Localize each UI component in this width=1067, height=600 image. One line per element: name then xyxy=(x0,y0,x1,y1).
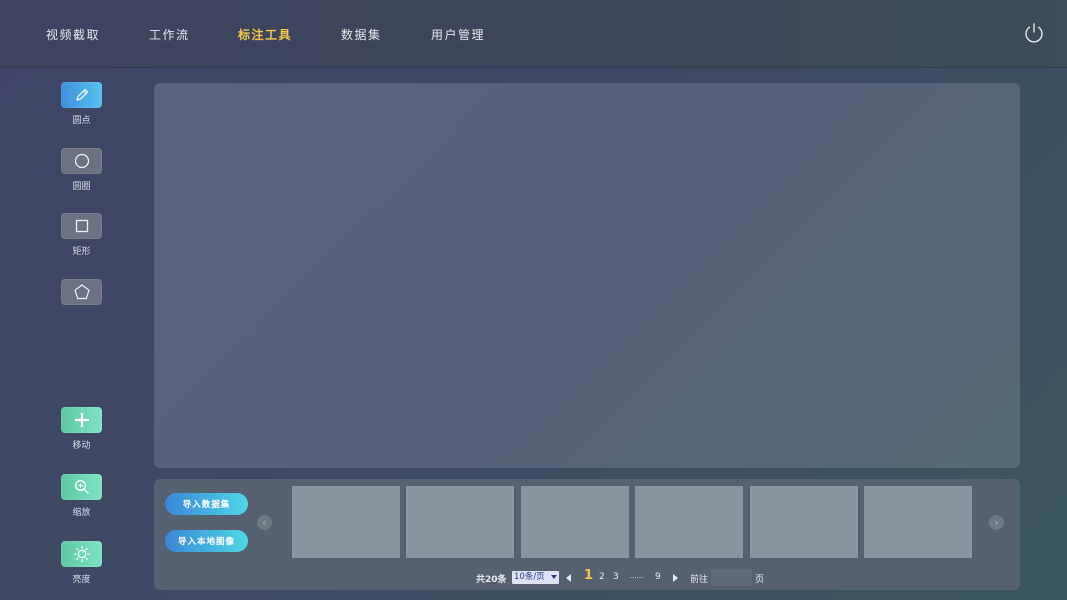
nav-item-user-management[interactable]: 用户管理 xyxy=(431,26,485,43)
goto-page-input[interactable] xyxy=(711,569,752,586)
circle-tool-label: 圆圈 xyxy=(72,182,91,192)
import-dataset-button[interactable]: 导入数据集 xyxy=(165,493,248,515)
image-thumbnail[interactable] xyxy=(635,486,743,558)
pagination-total: 共20条 xyxy=(476,575,507,585)
move-tool-button[interactable] xyxy=(61,407,102,433)
image-thumbnail[interactable] xyxy=(521,486,629,558)
image-thumbnail[interactable] xyxy=(292,486,400,558)
point-tool-button[interactable] xyxy=(61,82,102,108)
polygon-tool-button[interactable] xyxy=(61,279,102,305)
thumbnail-next-button[interactable]: › xyxy=(989,515,1004,530)
nav-item-workflow[interactable]: 工作流 xyxy=(149,26,190,43)
next-page-icon[interactable] xyxy=(673,574,678,582)
chevron-down-icon xyxy=(551,575,557,579)
goto-label: 前往 xyxy=(690,575,709,585)
prev-page-icon[interactable] xyxy=(566,574,571,582)
page-size-select[interactable]: 10条/页 xyxy=(512,571,559,584)
square-icon xyxy=(75,219,88,233)
plus-icon xyxy=(74,413,89,427)
page-suffix-label: 页 xyxy=(755,575,765,585)
circle-tool-button[interactable] xyxy=(61,148,102,174)
image-thumbnail[interactable] xyxy=(750,486,858,558)
pagination-current-page[interactable]: 1 xyxy=(584,568,593,583)
zoom-icon xyxy=(74,480,89,494)
point-tool-label: 圆点 xyxy=(72,116,91,126)
import-local-image-button[interactable]: 导入本地图像 xyxy=(165,530,248,552)
nav-item-dataset[interactable]: 数据集 xyxy=(341,26,382,43)
pagination-page[interactable]: 2 xyxy=(599,572,605,582)
thumbnail-prev-button[interactable]: ‹ xyxy=(257,515,272,530)
pencil-icon xyxy=(75,88,88,101)
image-thumbnail[interactable] xyxy=(864,486,972,558)
circle-icon xyxy=(74,153,89,169)
pentagon-icon xyxy=(73,284,90,300)
brightness-tool-button[interactable] xyxy=(61,541,102,567)
annotation-canvas[interactable] xyxy=(154,83,1020,468)
page-size-value: 10条/页 xyxy=(514,572,545,582)
power-icon[interactable] xyxy=(1023,22,1045,44)
brightness-tool-label: 亮度 xyxy=(72,575,91,585)
nav-item-annotation-tool[interactable]: 标注工具 xyxy=(238,26,292,43)
move-tool-label: 移动 xyxy=(72,441,91,451)
zoom-tool-button[interactable] xyxy=(61,474,102,500)
pagination-ellipsis[interactable]: ······ xyxy=(630,574,643,582)
rectangle-tool-label: 矩形 xyxy=(72,247,91,257)
zoom-tool-label: 缩放 xyxy=(72,508,91,518)
pagination-page[interactable]: 3 xyxy=(613,572,619,582)
nav-item-video-capture[interactable]: 视频截取 xyxy=(46,26,100,43)
pagination-last-page[interactable]: 9 xyxy=(655,572,661,582)
rectangle-tool-button[interactable] xyxy=(61,213,102,239)
top-nav-bar: 视频截取 工作流 标注工具 数据集 用户管理 xyxy=(0,0,1067,67)
sun-icon xyxy=(73,545,90,563)
image-thumbnail[interactable] xyxy=(406,486,514,558)
